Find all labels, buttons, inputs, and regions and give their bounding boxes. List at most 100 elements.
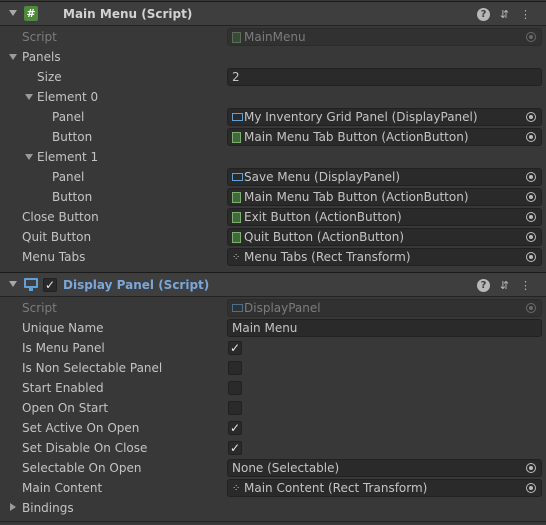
size-label: Size bbox=[37, 70, 62, 84]
foldout-arrow-icon[interactable] bbox=[9, 54, 17, 60]
foldout-arrow-icon[interactable] bbox=[25, 94, 33, 100]
selectable-on-open-field[interactable]: None (Selectable) bbox=[227, 459, 542, 477]
main-content-row: Main Content ⁘ Main Content (Rect Transf… bbox=[0, 478, 546, 498]
rect-transform-icon: ⁘ bbox=[232, 483, 241, 494]
object-picker-icon[interactable] bbox=[526, 463, 536, 473]
panels-foldout[interactable]: Panels bbox=[0, 47, 546, 67]
menu-tabs-row: Menu Tabs ⁘ Menu Tabs (Rect Transform) bbox=[0, 247, 546, 267]
set-active-on-open-row: Set Active On Open ✓ bbox=[0, 418, 546, 438]
object-picker-icon[interactable] bbox=[526, 192, 536, 202]
main-content-field[interactable]: ⁘ Main Content (Rect Transform) bbox=[227, 479, 542, 497]
script-field-value: MainMenu bbox=[244, 30, 306, 44]
component-title: Main Menu (Script) bbox=[63, 7, 193, 21]
menu-tabs-field[interactable]: ⁘ Menu Tabs (Rect Transform) bbox=[227, 248, 542, 266]
selectable-on-open-row: Selectable On Open None (Selectable) bbox=[0, 458, 546, 478]
rect-transform-icon: ⁘ bbox=[232, 252, 241, 263]
main-menu-component-header[interactable]: # Main Menu (Script) ? ⇵ ⋮ bbox=[0, 1, 546, 26]
foldout-arrow-icon[interactable] bbox=[9, 10, 17, 16]
help-icon[interactable]: ? bbox=[477, 8, 490, 21]
object-picker-icon[interactable] bbox=[526, 483, 536, 493]
script-label: Script bbox=[22, 30, 57, 44]
object-picker-icon[interactable] bbox=[526, 132, 536, 142]
element-0-foldout[interactable]: Element 0 bbox=[0, 87, 546, 107]
quit-button-value: Quit Button (ActionButton) bbox=[244, 230, 405, 244]
element-0-button-row: Button Main Menu Tab Button (ActionButto… bbox=[0, 127, 546, 147]
unique-name-input[interactable]: Main Menu bbox=[227, 319, 542, 337]
sliders-icon[interactable]: ⇵ bbox=[498, 8, 511, 21]
start-enabled-label: Start Enabled bbox=[22, 381, 104, 395]
element-1-panel-row: Panel Save Menu (DisplayPanel) bbox=[0, 167, 546, 187]
unique-name-row: Unique Name Main Menu bbox=[0, 318, 546, 338]
is-non-selectable-panel-checkbox[interactable] bbox=[228, 361, 242, 375]
element-1-button-field[interactable]: Main Menu Tab Button (ActionButton) bbox=[227, 188, 542, 206]
element-0-panel-row: Panel My Inventory Grid Panel (DisplayPa… bbox=[0, 107, 546, 127]
element-0-panel-value: My Inventory Grid Panel (DisplayPanel) bbox=[244, 110, 478, 124]
object-picker-icon[interactable] bbox=[526, 232, 536, 242]
start-enabled-checkbox[interactable] bbox=[228, 381, 242, 395]
open-on-start-checkbox[interactable] bbox=[228, 401, 242, 415]
set-disable-on-close-checkbox[interactable]: ✓ bbox=[228, 441, 242, 455]
unique-name-value: Main Menu bbox=[232, 321, 298, 335]
button-label: Button bbox=[52, 190, 93, 204]
bottom-divider bbox=[0, 521, 546, 522]
script-file-icon bbox=[232, 32, 241, 43]
set-disable-on-close-row: Set Disable On Close ✓ bbox=[0, 438, 546, 458]
script-file-icon bbox=[232, 212, 241, 223]
object-picker-icon[interactable] bbox=[526, 112, 536, 122]
is-non-selectable-panel-row: Is Non Selectable Panel bbox=[0, 358, 546, 378]
set-active-on-open-checkbox[interactable]: ✓ bbox=[228, 421, 242, 435]
set-active-on-open-label: Set Active On Open bbox=[22, 421, 140, 435]
sliders-icon[interactable]: ⇵ bbox=[498, 279, 511, 292]
close-button-label: Close Button bbox=[22, 210, 99, 224]
element-1-label: Element 1 bbox=[37, 150, 99, 164]
quit-button-row: Quit Button Quit Button (ActionButton) bbox=[0, 227, 546, 247]
foldout-arrow-icon[interactable] bbox=[25, 154, 33, 160]
element-1-panel-value: Save Menu (DisplayPanel) bbox=[244, 170, 400, 184]
component-enabled-checkbox[interactable]: ✓ bbox=[43, 278, 57, 292]
main-content-label: Main Content bbox=[22, 481, 103, 495]
kebab-menu-icon[interactable]: ⋮ bbox=[519, 279, 532, 292]
quit-button-label: Quit Button bbox=[22, 230, 92, 244]
element-0-panel-field[interactable]: My Inventory Grid Panel (DisplayPanel) bbox=[227, 108, 542, 126]
element-0-button-value: Main Menu Tab Button (ActionButton) bbox=[244, 130, 469, 144]
is-menu-panel-row: Is Menu Panel ✓ bbox=[0, 338, 546, 358]
panel-label: Panel bbox=[52, 170, 85, 184]
help-icon[interactable]: ? bbox=[477, 279, 490, 292]
size-value: 2 bbox=[232, 70, 240, 84]
monitor-stand-icon bbox=[29, 288, 33, 291]
element-0-button-field[interactable]: Main Menu Tab Button (ActionButton) bbox=[227, 128, 542, 146]
script-file-icon bbox=[232, 132, 241, 143]
panel-label: Panel bbox=[52, 110, 85, 124]
element-1-foldout[interactable]: Element 1 bbox=[0, 147, 546, 167]
selectable-on-open-value: None (Selectable) bbox=[232, 461, 340, 475]
monitor-icon bbox=[232, 304, 243, 312]
monitor-icon bbox=[24, 278, 38, 288]
element-1-panel-field[interactable]: Save Menu (DisplayPanel) bbox=[227, 168, 542, 186]
set-disable-on-close-label: Set Disable On Close bbox=[22, 441, 148, 455]
open-on-start-label: Open On Start bbox=[22, 401, 109, 415]
size-input[interactable]: 2 bbox=[227, 68, 542, 86]
script-field: DisplayPanel bbox=[227, 299, 542, 317]
quit-button-field[interactable]: Quit Button (ActionButton) bbox=[227, 228, 542, 246]
element-0-label: Element 0 bbox=[37, 90, 99, 104]
panels-label: Panels bbox=[22, 50, 61, 64]
display-panel-component-header[interactable]: ✓ Display Panel (Script) ? ⇵ ⋮ bbox=[0, 272, 546, 297]
size-row: Size 2 bbox=[0, 67, 546, 87]
object-picker-icon bbox=[526, 32, 536, 42]
button-label: Button bbox=[52, 130, 93, 144]
bindings-foldout[interactable]: Bindings bbox=[0, 498, 546, 518]
foldout-arrow-icon[interactable] bbox=[9, 281, 17, 287]
main-content-value: Main Content (Rect Transform) bbox=[244, 481, 428, 495]
object-picker-icon[interactable] bbox=[526, 172, 536, 182]
script-field: MainMenu bbox=[227, 28, 542, 46]
object-picker-icon[interactable] bbox=[526, 212, 536, 222]
object-picker-icon[interactable] bbox=[526, 252, 536, 262]
is-menu-panel-checkbox[interactable]: ✓ bbox=[228, 341, 242, 355]
kebab-menu-icon[interactable]: ⋮ bbox=[519, 8, 532, 21]
bindings-label: Bindings bbox=[22, 501, 74, 515]
element-1-button-row: Button Main Menu Tab Button (ActionButto… bbox=[0, 187, 546, 207]
close-button-field[interactable]: Exit Button (ActionButton) bbox=[227, 208, 542, 226]
foldout-arrow-icon[interactable] bbox=[10, 503, 16, 511]
menu-tabs-label: Menu Tabs bbox=[22, 250, 86, 264]
close-button-value: Exit Button (ActionButton) bbox=[244, 210, 402, 224]
